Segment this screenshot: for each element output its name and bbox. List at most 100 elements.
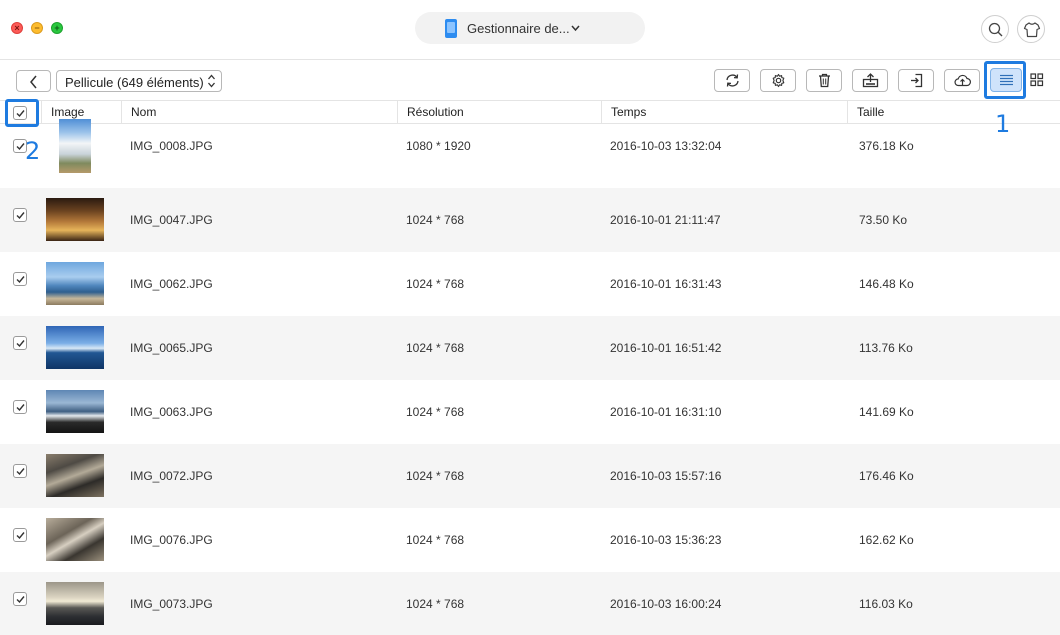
time-cell: 2016-10-01 16:51:42 [610,341,722,355]
resolution-cell: 1080 * 1920 [406,139,471,153]
phone-icon [445,19,457,38]
minimize-window-button[interactable]: − [31,22,43,34]
file-name-cell: IMG_0073.JPG [130,597,213,611]
checkmark-icon [16,468,25,476]
time-cell: 2016-10-01 16:31:10 [610,405,722,419]
resolution-cell: 1024 * 768 [406,533,465,547]
time-cell: 2016-10-03 13:32:04 [610,139,722,153]
table-row[interactable]: IMG_0063.JPG 1024 * 768 2016-10-01 16:31:1… [0,380,1060,444]
row-checkbox[interactable] [13,528,27,542]
list-view-button[interactable] [990,68,1022,92]
close-symbol: × [14,23,20,33]
minimize-symbol: − [34,23,40,33]
maximize-window-button[interactable]: + [51,22,63,34]
time-cell: 2016-10-01 21:11:47 [610,213,721,227]
table-row[interactable]: IMG_0047.JPG 1024 * 768 2016-10-01 21:11:4… [0,188,1060,252]
row-checkbox[interactable] [13,208,27,222]
file-name-cell: IMG_0072.JPG [130,469,213,483]
resolution-cell: 1024 * 768 [406,597,465,611]
resolution-cell: 1024 * 768 [406,405,465,419]
resolution-cell: 1024 * 768 [406,341,465,355]
settings-button[interactable] [760,69,796,92]
table-row[interactable]: IMG_0065.JPG 1024 * 768 2016-10-01 16:51:4… [0,316,1060,380]
size-cell: 376.18 Ko [859,139,914,153]
row-checkbox[interactable] [13,400,27,414]
table-row[interactable]: IMG_0073.JPG 1024 * 768 2016-10-03 16:00:2… [0,572,1060,635]
checkmark-icon [16,340,25,348]
checkmark-icon [16,110,25,118]
photo-thumbnail[interactable] [59,119,91,173]
photo-thumbnail[interactable] [46,390,104,433]
delete-button[interactable] [806,69,842,92]
size-cell: 141.69 Ko [859,405,914,419]
photo-thumbnail[interactable] [46,582,104,625]
row-checkbox[interactable] [13,464,27,478]
grid-view-button[interactable] [1026,69,1048,91]
resolution-cell: 1024 * 768 [406,213,465,227]
file-name-cell: IMG_0063.JPG [130,405,213,419]
updown-chevron-icon [208,74,215,88]
size-cell: 113.76 Ko [859,341,913,355]
photo-thumbnail[interactable] [46,198,104,241]
row-checkbox[interactable] [13,272,27,286]
photo-thumbnail[interactable] [46,262,104,305]
toolbar: Pellicule (649 éléments) [0,61,1060,101]
size-cell: 116.03 Ko [859,597,913,611]
photo-thumbnail[interactable] [46,518,104,561]
size-cell: 73.50 Ko [859,213,908,227]
checkmark-icon [16,404,25,412]
checkmark-icon [16,596,25,604]
export-to-device-button[interactable] [898,69,934,92]
photo-thumbnail[interactable] [46,454,104,497]
skin-button[interactable] [1017,15,1045,43]
file-name-cell: IMG_0047.JPG [130,213,213,227]
refresh-icon [726,74,739,87]
trash-icon [819,73,830,88]
size-cell: 176.46 Ko [859,469,914,483]
album-select-value: Pellicule (649 éléments) [65,75,204,90]
import-icon [911,73,923,88]
search-button[interactable] [981,15,1009,43]
checkmark-icon [16,532,25,540]
callout-label-2: 2 [25,137,41,165]
table-row[interactable]: IMG_0008.JPG 1080 * 1920 2016-10-03 13:32:… [0,119,1060,188]
file-name-cell: IMG_0062.JPG [130,277,213,291]
row-checkbox[interactable] [13,592,27,606]
refresh-button[interactable] [714,69,750,92]
export-to-computer-button[interactable] [852,69,888,92]
upload-to-cloud-button[interactable] [944,69,980,92]
time-cell: 2016-10-03 15:36:23 [610,533,722,547]
file-name-cell: IMG_0065.JPG [130,341,213,355]
maximize-symbol: + [54,23,60,33]
list-view-icon [1000,74,1013,86]
resolution-cell: 1024 * 768 [406,469,465,483]
gear-icon [772,73,785,88]
grid-view-icon [1030,73,1044,87]
checkmark-icon [16,276,25,284]
file-name-cell: IMG_0076.JPG [130,533,213,547]
table-row[interactable]: IMG_0072.JPG 1024 * 768 2016-10-03 15:57:1… [0,444,1060,508]
file-name-cell: IMG_0008.JPG [130,139,213,153]
table-row[interactable]: IMG_0062.JPG 1024 * 768 2016-10-01 16:31:4… [0,252,1060,316]
row-checkbox[interactable] [13,336,27,350]
chevron-left-icon [30,75,37,89]
device-selector[interactable]: Gestionnaire de... [415,12,645,44]
cloud-upload-icon [954,74,971,87]
album-select[interactable]: Pellicule (649 éléments) [56,70,222,92]
chevron-down-icon [571,25,580,32]
tshirt-icon [1023,22,1041,38]
select-all-checkbox[interactable] [13,106,27,120]
time-cell: 2016-10-01 16:31:43 [610,277,722,291]
size-cell: 162.62 Ko [859,533,914,547]
time-cell: 2016-10-03 15:57:16 [610,469,722,483]
search-icon [988,22,1003,37]
back-button[interactable] [16,70,51,92]
device-name: Gestionnaire de... [467,21,570,36]
photo-thumbnail[interactable] [46,326,104,369]
size-cell: 146.48 Ko [859,277,914,291]
table-row[interactable]: IMG_0076.JPG 1024 * 768 2016-10-03 15:36:2… [0,508,1060,572]
export-to-computer-icon [862,73,879,88]
close-window-button[interactable]: × [11,22,23,34]
checkmark-icon [16,212,25,220]
resolution-cell: 1024 * 768 [406,277,465,291]
